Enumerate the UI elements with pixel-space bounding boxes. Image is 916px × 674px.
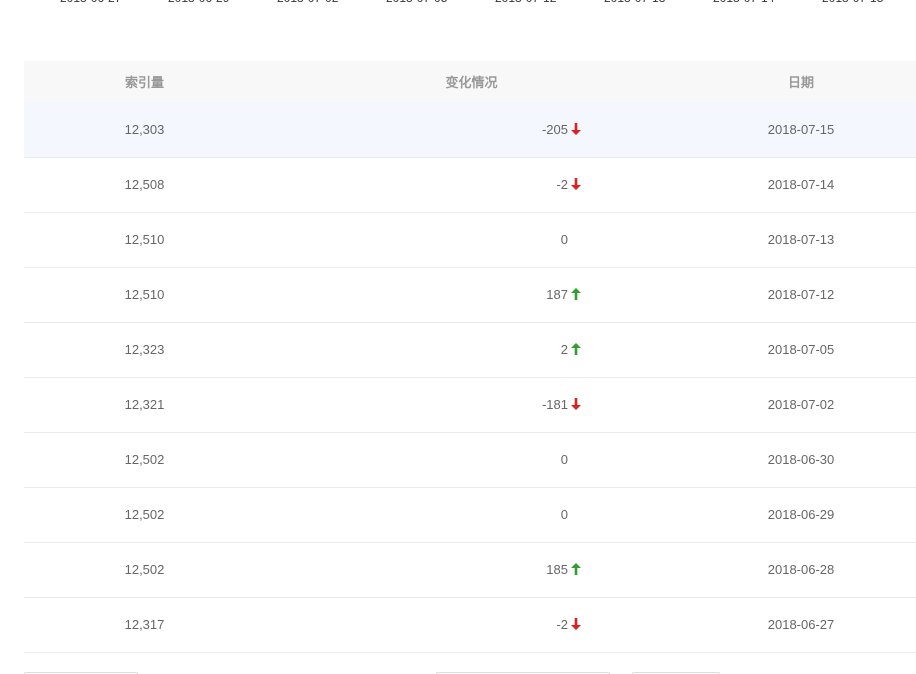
cell-change: 2	[311, 322, 586, 377]
cell-change: 0	[311, 432, 586, 487]
table-row: 12,303 -205 2018-07-15	[24, 102, 916, 157]
cell-index-count: 12,510	[124, 232, 165, 247]
cell-index-count: 12,508	[124, 177, 165, 192]
cell-index-count: 12,502	[124, 452, 165, 467]
arrow-up-icon	[571, 343, 581, 355]
cell-change: 185	[311, 542, 586, 597]
change-value: 185	[546, 562, 568, 577]
axis-tick: 2018-07-14	[713, 0, 774, 5]
cell-index-count: 12,510	[124, 287, 165, 302]
axis-tick: 2018-07-12	[495, 0, 556, 5]
arrow-down-icon	[571, 122, 581, 135]
index-history-table-container: 索引量 变化情况 日期 12,303 -205 2018-07-15 12,508 -2…	[24, 61, 916, 653]
cell-change: -2	[311, 157, 586, 212]
cell-change: -205	[311, 102, 586, 157]
cell-date: 2018-07-12	[767, 287, 835, 302]
axis-tick: 2018-06-27	[60, 0, 121, 5]
axis-tick: 2018-07-02	[277, 0, 338, 5]
cell-index-count: 12,321	[124, 397, 165, 412]
change-value: -205	[541, 121, 568, 137]
arrow-down-icon	[571, 618, 581, 630]
table-header-row: 索引量 变化情况 日期	[24, 61, 916, 102]
axis-tick: 2018-07-05	[386, 0, 447, 5]
header-change: 变化情况	[445, 75, 498, 90]
change-value: -2	[556, 177, 568, 192]
cell-change: -2	[311, 597, 586, 652]
table-row: 12,502 0 2018-06-29	[24, 487, 916, 542]
axis-tick: 2018-07-13	[604, 0, 665, 5]
cell-date: 2018-06-29	[767, 507, 835, 522]
axis-tick: 2018-06-29	[168, 0, 229, 5]
cell-index-count: 12,323	[124, 342, 165, 357]
change-value: 0	[560, 452, 568, 467]
cell-change: -181	[311, 377, 586, 432]
table-row: 12,510 187 2018-07-12	[24, 267, 916, 322]
change-value: 187	[546, 287, 568, 302]
change-value: 2	[560, 342, 568, 357]
cell-index-count: 12,502	[124, 562, 165, 577]
cell-date: 2018-07-13	[767, 232, 835, 247]
arrow-down-icon	[571, 178, 581, 190]
page: 2018-06-27 2018-06-29 2018-07-02 2018-07…	[0, 0, 916, 674]
arrow-up-icon	[571, 563, 581, 575]
table-row: 12,502 0 2018-06-30	[24, 432, 916, 487]
table-row: 12,510 0 2018-07-13	[24, 212, 916, 267]
cell-date: 2018-06-27	[767, 617, 835, 632]
cell-date: 2018-06-28	[767, 562, 835, 577]
cell-index-count: 12,502	[124, 507, 165, 522]
change-value: -2	[556, 617, 568, 632]
table-row: 12,508 -2 2018-07-14	[24, 157, 916, 212]
cell-date: 2018-07-15	[767, 121, 835, 137]
change-value: -181	[541, 397, 568, 412]
cell-date: 2018-07-14	[767, 177, 835, 192]
axis-tick: 2018-07-15	[822, 0, 883, 5]
index-history-table: 索引量 变化情况 日期 12,303 -205 2018-07-15 12,508 -2…	[24, 61, 916, 653]
cell-date: 2018-07-02	[767, 397, 835, 412]
cell-change: 0	[311, 212, 586, 267]
chart-x-axis-cropped: 2018-06-27 2018-06-29 2018-07-02 2018-07…	[0, 0, 916, 5]
arrow-down-icon	[571, 398, 581, 410]
cell-change: 187	[311, 267, 586, 322]
header-index-count: 索引量	[124, 75, 164, 90]
cell-date: 2018-06-30	[767, 452, 835, 467]
change-value: 0	[560, 232, 568, 247]
table-row: 12,323 2 2018-07-05	[24, 322, 916, 377]
arrow-up-icon	[571, 288, 581, 300]
cell-index-count: 12,303	[124, 121, 165, 137]
change-value: 0	[560, 507, 568, 522]
table-row: 12,317 -2 2018-06-27	[24, 597, 916, 652]
cell-change: 0	[311, 487, 586, 542]
table-row: 12,502 185 2018-06-28	[24, 542, 916, 597]
table-row: 12,321 -181 2018-07-02	[24, 377, 916, 432]
cell-date: 2018-07-05	[767, 342, 835, 357]
header-date: 日期	[787, 75, 814, 90]
cell-index-count: 12,317	[124, 617, 165, 632]
